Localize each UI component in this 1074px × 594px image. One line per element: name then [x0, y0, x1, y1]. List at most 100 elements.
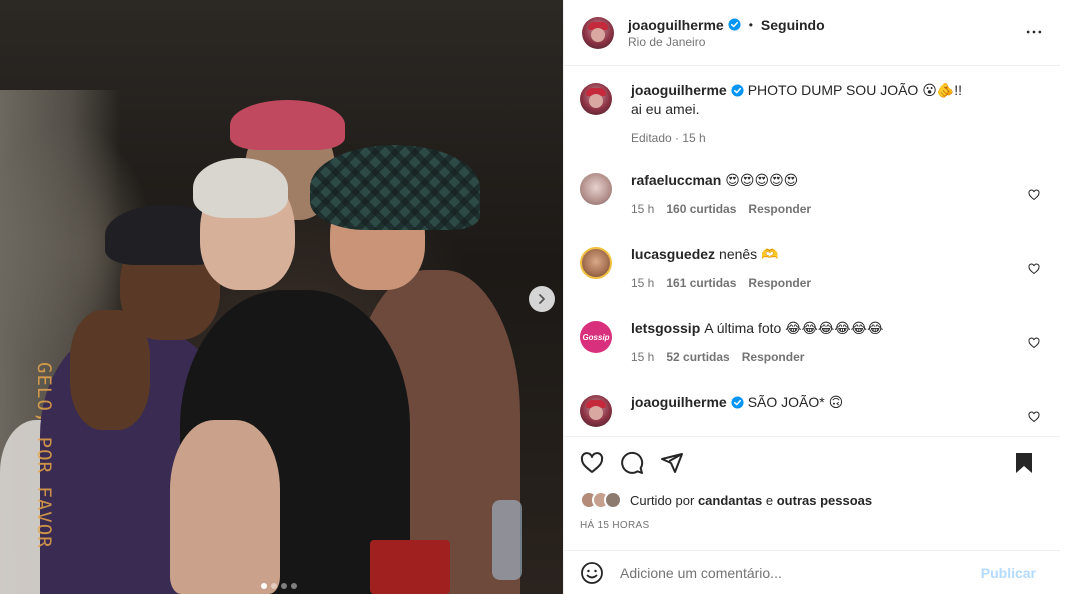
- carousel-dot-active: [261, 583, 267, 589]
- author-username[interactable]: joaoguilherme: [628, 17, 724, 33]
- photo-person-2-hair: [193, 158, 288, 218]
- reply-button[interactable]: Responder: [748, 202, 811, 216]
- author-avatar[interactable]: [582, 16, 614, 49]
- comment-username[interactable]: joaoguilherme: [631, 394, 727, 410]
- comment-text: joaoguilherme SÃO JOÃO* 🙃: [631, 393, 1010, 412]
- comment-meta: 15 h 52 curtidas Responder: [631, 350, 1010, 364]
- avatar-face: [589, 406, 603, 420]
- like-comment-heart-icon[interactable]: [1028, 411, 1040, 423]
- comment-body: rafaeluccman 😍😍😍😍😍 15 h 160 curtidas Resp…: [631, 171, 1044, 245]
- following-button[interactable]: Seguindo: [761, 17, 825, 33]
- caption-text: joaoguilherme PHOTO DUMP SOU JOÃO 😮🫵!! ai…: [631, 81, 1010, 119]
- commenter-avatar[interactable]: [580, 173, 612, 205]
- header-meta: joaoguilherme • Seguindo Rio de Janeiro: [628, 17, 825, 49]
- photo-peace-hand: [70, 310, 150, 430]
- caption-username[interactable]: joaoguilherme: [631, 82, 727, 98]
- comment-time[interactable]: 15 h: [631, 350, 654, 364]
- instagram-post: GELO, POR FAVOR joaoguilherme • Seguindo…: [0, 0, 1074, 594]
- comment-item: Gossip letsgossip A última foto 😂😂😂😂😂😂 15…: [580, 319, 1044, 393]
- liker-avatar: [604, 491, 622, 509]
- post-photo[interactable]: GELO, POR FAVOR: [0, 0, 563, 594]
- photo-selfie-arm: [170, 420, 280, 594]
- comment-text: lucasguedez nenês 🫶: [631, 245, 1010, 264]
- comment-body: letsgossip A última foto 😂😂😂😂😂😂 15 h 52 c…: [631, 319, 1044, 393]
- reply-button[interactable]: Responder: [748, 276, 811, 290]
- comment-body: lucasguedez nenês 🫶 15 h 161 curtidas Res…: [631, 245, 1044, 319]
- photo-person-3-hat: [230, 100, 345, 150]
- caption-body: joaoguilherme PHOTO DUMP SOU JOÃO 😮🫵!! ai…: [631, 81, 1044, 171]
- post-side-panel: joaoguilherme • Seguindo Rio de Janeiro: [563, 0, 1060, 594]
- like-comment-heart-icon[interactable]: [1028, 263, 1040, 275]
- comment-content: A última foto 😂😂😂😂😂😂: [704, 320, 884, 336]
- carousel-dot: [271, 583, 277, 589]
- header-separator: •: [748, 17, 753, 32]
- commenter-avatar[interactable]: [580, 247, 612, 279]
- comment-likes-count[interactable]: 160 curtidas: [666, 202, 736, 216]
- comment-bubble-icon[interactable]: [620, 451, 644, 475]
- verified-badge-icon: [728, 18, 741, 31]
- commenter-avatar[interactable]: [580, 395, 612, 427]
- verified-badge-icon: [731, 396, 744, 409]
- action-icons-row: [580, 437, 1044, 489]
- reply-button[interactable]: Responder: [742, 350, 805, 364]
- avatar-face: [591, 27, 605, 42]
- comment-item: rafaeluccman 😍😍😍😍😍 15 h 160 curtidas Resp…: [580, 171, 1044, 245]
- comment-item: joaoguilherme SÃO JOÃO* 🙃: [580, 393, 1044, 436]
- other-likers-link[interactable]: outras pessoas: [777, 493, 872, 508]
- publish-button[interactable]: Publicar: [981, 565, 1036, 581]
- comment-username[interactable]: lucasguedez: [631, 246, 715, 262]
- comment-content: 😍😍😍😍😍: [725, 172, 799, 188]
- comment-input[interactable]: [620, 564, 981, 581]
- header-user-line: joaoguilherme • Seguindo: [628, 17, 825, 33]
- caption-edited-time: Editado · 15 h: [631, 131, 706, 145]
- caption-meta: Editado · 15 h: [631, 131, 1010, 145]
- comment-likes-count[interactable]: 52 curtidas: [666, 350, 729, 364]
- comment-time[interactable]: 15 h: [631, 276, 654, 290]
- comments-list[interactable]: joaoguilherme PHOTO DUMP SOU JOÃO 😮🫵!! ai…: [564, 67, 1060, 436]
- comment-username[interactable]: letsgossip: [631, 320, 700, 336]
- like-heart-icon[interactable]: [580, 451, 604, 475]
- photo-cowboy-hat: [310, 145, 480, 230]
- post-timestamp[interactable]: HÁ 15 HORAS: [580, 520, 1044, 531]
- avatar-face: [589, 94, 603, 108]
- photo-gift-box: [370, 540, 450, 594]
- post-actions: Curtido por candantas e outras pessoas H…: [564, 436, 1060, 531]
- caption-line-1: PHOTO DUMP SOU JOÃO 😮🫵!!: [747, 82, 963, 98]
- post-caption: joaoguilherme PHOTO DUMP SOU JOÃO 😮🫵!! ai…: [580, 81, 1044, 171]
- likes-text: Curtido por candantas e outras pessoas: [630, 493, 872, 508]
- like-comment-heart-icon[interactable]: [1028, 189, 1040, 201]
- share-paper-plane-icon[interactable]: [660, 451, 684, 475]
- comment-text: rafaeluccman 😍😍😍😍😍: [631, 171, 1010, 190]
- more-options-button[interactable]: [1022, 20, 1046, 44]
- comment-username[interactable]: rafaeluccman: [631, 172, 721, 188]
- like-comment-heart-icon[interactable]: [1028, 337, 1040, 349]
- comment-text: letsgossip A última foto 😂😂😂😂😂😂: [631, 319, 1010, 338]
- carousel-indicator: [261, 583, 297, 589]
- caption-line-2: ai eu amei.: [631, 101, 700, 117]
- comment-item: lucasguedez nenês 🫶 15 h 161 curtidas Res…: [580, 245, 1044, 319]
- post-header: joaoguilherme • Seguindo Rio de Janeiro: [564, 0, 1060, 66]
- likes-conjunction: e: [765, 492, 774, 508]
- comment-content: SÃO JOÃO* 🙃: [747, 394, 844, 410]
- comment-time[interactable]: 15 h: [631, 202, 654, 216]
- verified-badge-icon: [731, 84, 744, 97]
- comment-content: nenês 🫶: [719, 246, 779, 262]
- carousel-next-button[interactable]: [529, 286, 555, 312]
- saved-bookmark-icon[interactable]: [1012, 451, 1036, 475]
- likes-prefix: Curtido por: [630, 492, 695, 508]
- comment-meta: 15 h 161 curtidas Responder: [631, 276, 1010, 290]
- liker-username[interactable]: candantas: [698, 493, 762, 508]
- post-location[interactable]: Rio de Janeiro: [628, 35, 825, 49]
- caption-avatar[interactable]: [580, 83, 612, 115]
- chevron-right-icon: [539, 294, 545, 304]
- emoji-smiley-icon[interactable]: [580, 561, 604, 585]
- likers-avatars[interactable]: [580, 491, 622, 509]
- comment-likes-count[interactable]: 161 curtidas: [666, 276, 736, 290]
- commenter-avatar[interactable]: Gossip: [580, 321, 612, 353]
- carousel-dot: [291, 583, 297, 589]
- likes-summary: Curtido por candantas e outras pessoas: [580, 489, 1044, 511]
- carousel-dot: [281, 583, 287, 589]
- photo-bottle: [492, 500, 522, 580]
- film-date-stamp: GELO, POR FAVOR: [33, 362, 55, 549]
- comment-body: joaoguilherme SÃO JOÃO* 🙃: [631, 393, 1044, 436]
